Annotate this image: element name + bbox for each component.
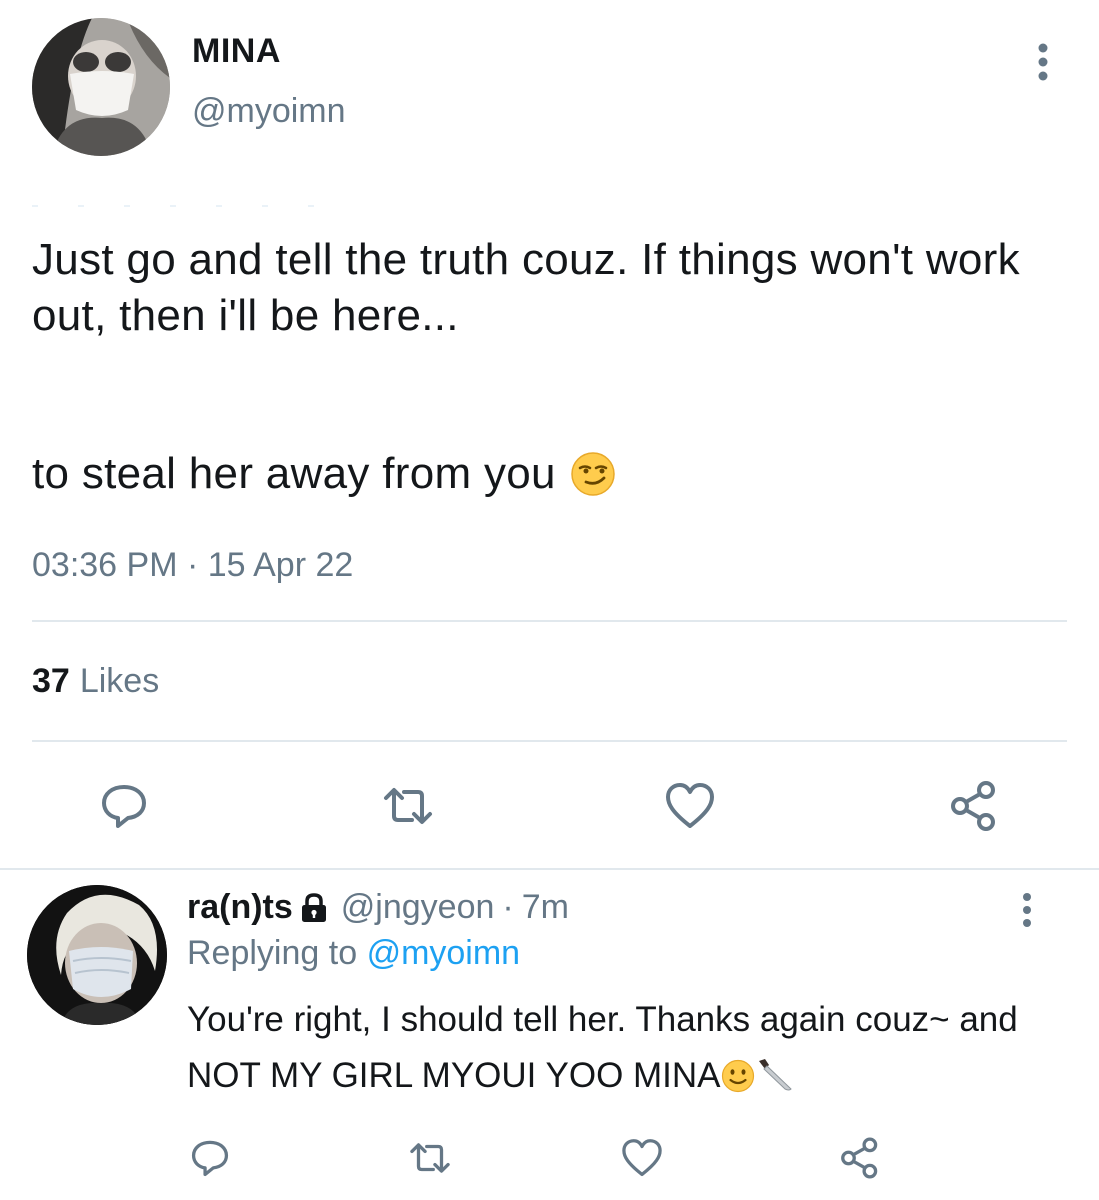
divider	[32, 620, 1067, 622]
tweet-detail-page: MINA @myoimn Just go and tell the truth …	[0, 0, 1099, 1200]
reply-reply-button[interactable]	[180, 1128, 240, 1188]
reply-text: You're right, I should tell her. Thanks …	[187, 992, 1067, 1104]
replying-to-label: Replying to	[187, 934, 358, 972]
reply-handle[interactable]: @jngyeon	[341, 888, 495, 927]
replying-to: Replying to @myoimn	[187, 934, 520, 973]
divider	[32, 740, 1067, 742]
likes-number: 37	[32, 662, 70, 700]
reply-header: ra(n)ts @jngyeon · 7m	[187, 888, 569, 927]
share-icon	[841, 1137, 878, 1179]
faint-artifact	[32, 205, 332, 207]
reply-retweet-button[interactable]	[400, 1128, 460, 1188]
reply-text-body: You're right, I should tell her. Thanks …	[187, 1000, 1018, 1095]
tweet-timestamp[interactable]: 03:36 PM · 15 Apr 22	[32, 546, 353, 585]
retweet-icon	[384, 788, 432, 824]
tweet-text-line: to steal her away from you	[32, 449, 556, 498]
thread-divider	[0, 868, 1099, 870]
tweet-text-second-paragraph: to steal her away from you	[32, 446, 616, 502]
reply-display-name[interactable]: ra(n)ts	[187, 888, 293, 927]
reply-more-options-icon[interactable]	[1012, 890, 1042, 930]
slightly-smiling-face-emoji	[721, 1059, 754, 1093]
likes-label: Likes	[79, 662, 160, 700]
retweet-button[interactable]	[378, 776, 438, 836]
share-button[interactable]	[944, 776, 1004, 836]
like-button[interactable]	[660, 776, 720, 836]
display-name[interactable]: MINA	[192, 32, 281, 71]
knife-emoji	[758, 1059, 792, 1091]
reply-time[interactable]: 7m	[522, 888, 569, 927]
like-icon	[666, 783, 714, 828]
reply-avatar[interactable]	[27, 885, 167, 1025]
retweet-icon	[410, 1143, 450, 1173]
share-icon	[951, 781, 995, 831]
username-handle[interactable]: @myoimn	[192, 92, 346, 131]
lock-icon	[301, 892, 326, 922]
likes-count[interactable]: 37 Likes	[32, 662, 159, 701]
replying-to-mention[interactable]: @myoimn	[367, 934, 521, 972]
reply-icon	[102, 785, 146, 828]
avatar[interactable]	[32, 18, 170, 156]
smirking-face-emoji	[571, 452, 615, 496]
reply-like-button[interactable]	[612, 1128, 672, 1188]
reply-share-button[interactable]	[830, 1128, 890, 1188]
reply-button[interactable]	[94, 776, 154, 836]
separator-dot: ·	[502, 888, 514, 926]
reply-icon	[191, 1140, 229, 1177]
more-options-icon[interactable]	[1026, 40, 1060, 84]
like-icon	[622, 1139, 662, 1177]
tweet-text: Just go and tell the truth couz. If thin…	[32, 235, 1033, 340]
